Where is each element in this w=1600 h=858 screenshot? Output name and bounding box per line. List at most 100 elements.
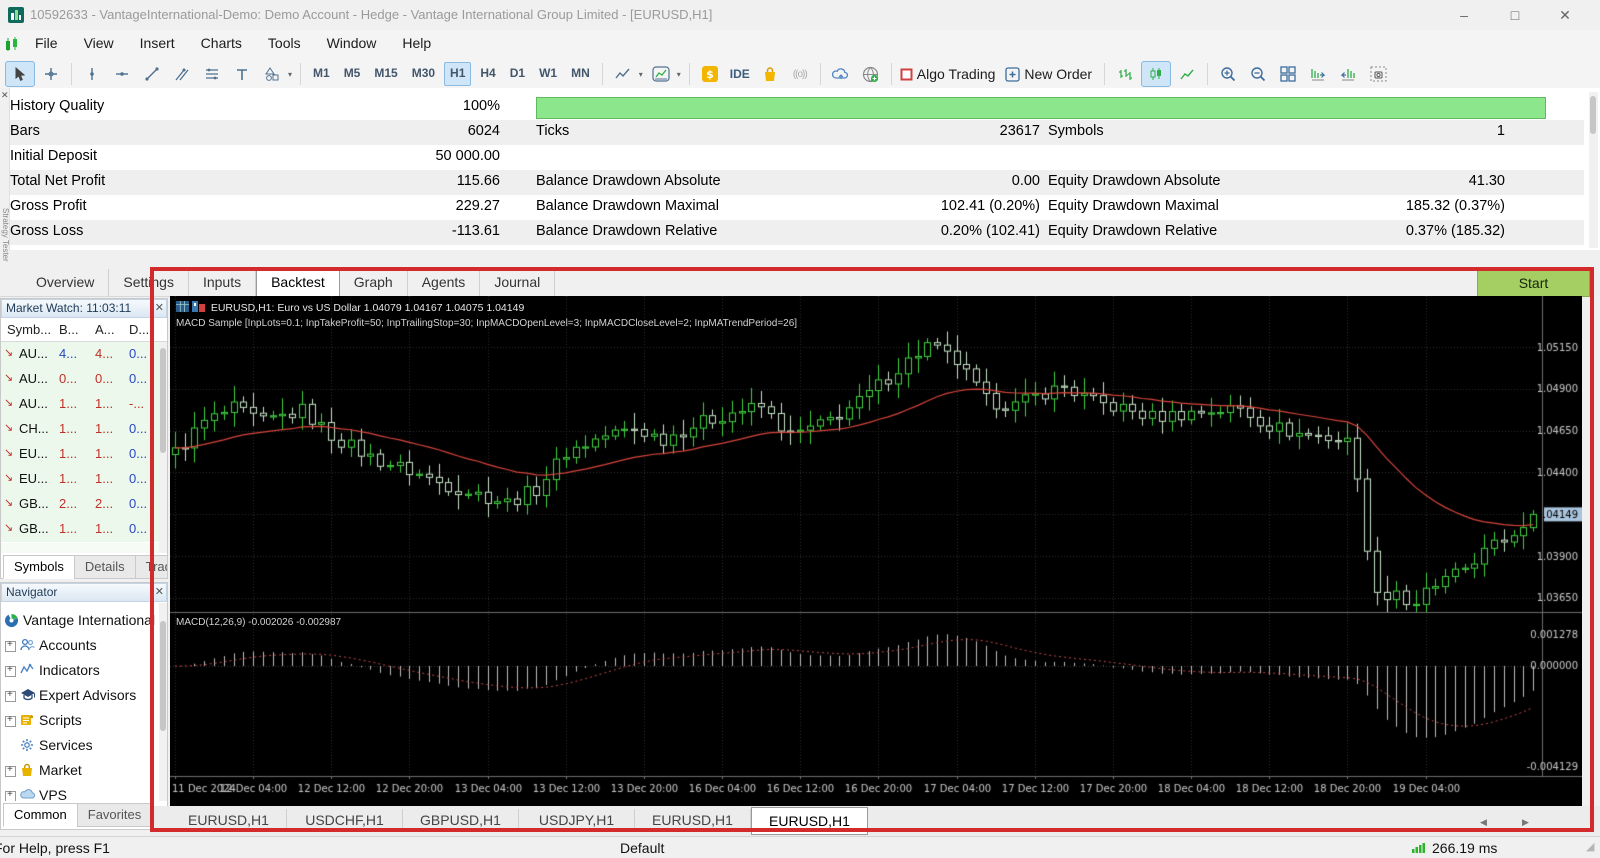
market-bag-icon[interactable] xyxy=(756,62,784,86)
timeframe-M1[interactable]: M1 xyxy=(308,62,335,84)
chart-tab-eurusd-h1[interactable]: EURUSD,H1 xyxy=(171,809,287,831)
trendline-icon[interactable] xyxy=(138,62,166,86)
chart-tab-eurusd-h1[interactable]: EURUSD,H1 xyxy=(751,807,868,835)
market-watch-scrollbar-thumb[interactable] xyxy=(160,348,166,453)
navigator-item-accounts[interactable]: Accounts xyxy=(1,633,167,658)
chart-tab-gbpusd-h1[interactable]: GBPUSD,H1 xyxy=(403,809,519,831)
line-mode-icon[interactable] xyxy=(1173,62,1201,86)
shapes-icon[interactable] xyxy=(258,62,286,86)
cursor-icon[interactable] xyxy=(5,61,35,87)
market-watch-tab-trading[interactable]: Trading xyxy=(134,555,167,579)
tester-tab-journal[interactable]: Journal xyxy=(480,269,556,296)
menu-view[interactable]: View xyxy=(71,30,127,58)
start-button[interactable]: Start xyxy=(1477,270,1590,297)
shapes-dropdown-icon[interactable]: ▾ xyxy=(288,70,292,79)
navigator-item-services[interactable]: Services xyxy=(1,733,167,758)
expand-icon[interactable] xyxy=(5,639,16,652)
tile-windows-icon[interactable] xyxy=(1274,62,1302,86)
menu-tools[interactable]: Tools xyxy=(255,30,314,58)
close-button[interactable]: ✕ xyxy=(1548,4,1582,26)
stats-scrollbar-thumb[interactable] xyxy=(1590,96,1596,134)
market-watch-row[interactable]: ↘ AU... 4... 4... 0... xyxy=(1,342,160,368)
navigator-item-expert-advisors[interactable]: Expert Advisors xyxy=(1,683,167,708)
timeframe-D1[interactable]: D1 xyxy=(505,62,530,84)
zoom-out-icon[interactable] xyxy=(1244,62,1272,86)
stats-scrollbar[interactable] xyxy=(1589,92,1598,248)
expand-icon[interactable] xyxy=(5,764,16,777)
navigator-item-indicators[interactable]: Indicators xyxy=(1,658,167,683)
new-order-button[interactable]: New Order xyxy=(1003,62,1098,86)
market-watch-row[interactable]: ↘ EU... 1... 1... 0... xyxy=(1,467,160,493)
timeframe-W1[interactable]: W1 xyxy=(534,62,562,84)
expand-icon[interactable] xyxy=(5,714,16,727)
fibonacci-icon[interactable] xyxy=(198,62,226,86)
chart-tab-usdjpy-h1[interactable]: USDJPY,H1 xyxy=(519,809,635,831)
tab-scroll-left-icon[interactable]: ◀ xyxy=(1480,817,1487,828)
timeframe-M15[interactable]: M15 xyxy=(369,62,402,84)
indicators-icon[interactable] xyxy=(647,62,675,86)
navigator-item-market[interactable]: Market xyxy=(1,758,167,783)
tester-tab-agents[interactable]: Agents xyxy=(408,269,481,296)
tester-tab-backtest[interactable]: Backtest xyxy=(256,268,340,297)
menu-help[interactable]: Help xyxy=(389,30,444,58)
timeframe-MN[interactable]: MN xyxy=(566,62,595,84)
tester-tab-overview[interactable]: Overview xyxy=(22,269,110,296)
algo-trading-button[interactable]: Algo Trading xyxy=(898,62,1002,86)
channel-icon[interactable] xyxy=(168,62,196,86)
connection-bars-icon[interactable] xyxy=(1412,841,1427,853)
navigator-scrollbar[interactable] xyxy=(159,603,167,801)
resize-grip[interactable]: ◢ xyxy=(1586,840,1594,853)
price-chart[interactable] xyxy=(170,296,1582,806)
depth-of-market-icon[interactable] xyxy=(191,301,205,312)
navigator-close-icon[interactable]: ✕ xyxy=(155,584,164,600)
timeframe-M30[interactable]: M30 xyxy=(407,62,440,84)
indicators-dropdown-icon[interactable]: ▾ xyxy=(677,70,681,79)
chart-scrollbar[interactable] xyxy=(1590,296,1600,806)
crosshair-icon[interactable] xyxy=(37,62,65,86)
signals-icon[interactable]: ((o)) xyxy=(786,62,814,86)
navigator-item-scripts[interactable]: Scripts xyxy=(1,708,167,733)
vps-cloud-icon[interactable] xyxy=(827,62,855,86)
timeframe-M5[interactable]: M5 xyxy=(339,62,366,84)
shift-end-icon[interactable] xyxy=(1304,62,1332,86)
tester-tab-settings[interactable]: Settings xyxy=(109,269,189,296)
chart-tab-eurusd-h1[interactable]: EURUSD,H1 xyxy=(635,809,751,831)
navigator-item-vantage-international[interactable]: Vantage International xyxy=(1,608,167,633)
tester-tab-inputs[interactable]: Inputs xyxy=(189,269,257,296)
market-watch-tab-symbols[interactable]: Symbols xyxy=(3,555,75,579)
maximize-button[interactable]: □ xyxy=(1498,4,1532,26)
deposit-icon[interactable]: $ xyxy=(696,62,724,86)
navigator-tab-common[interactable]: Common xyxy=(3,803,78,827)
market-watch-column[interactable]: D... xyxy=(129,322,149,337)
chart-type-icon[interactable] xyxy=(609,62,637,86)
market-watch-tab-details[interactable]: Details xyxy=(73,555,136,579)
ide-button[interactable]: IDE xyxy=(726,62,754,86)
navigator-scrollbar-thumb[interactable] xyxy=(160,621,166,731)
community-icon[interactable] xyxy=(857,62,885,86)
expand-icon[interactable] xyxy=(5,689,16,702)
navigator-tab-favorites[interactable]: Favorites xyxy=(76,803,153,827)
menu-insert[interactable]: Insert xyxy=(127,30,188,58)
market-watch-scrollbar[interactable] xyxy=(159,342,167,553)
zoom-in-icon[interactable] xyxy=(1214,62,1242,86)
market-watch-close-icon[interactable]: ✕ xyxy=(155,300,164,316)
market-watch-row[interactable]: ↘ EU... 1... 1... 0... xyxy=(1,442,160,468)
menu-file[interactable]: File xyxy=(22,30,71,58)
panel-close-icon[interactable]: ✕ xyxy=(1,90,9,101)
timeframe-H4[interactable]: H4 xyxy=(475,62,500,84)
expand-icon[interactable] xyxy=(5,789,16,801)
market-watch-column[interactable]: B... xyxy=(59,322,79,337)
vertical-line-icon[interactable] xyxy=(78,62,106,86)
market-watch-row[interactable]: ↘ AU... 0... 0... 0... xyxy=(1,367,160,393)
expand-icon[interactable] xyxy=(5,664,16,677)
chart-type-dropdown-icon[interactable]: ▾ xyxy=(639,70,643,79)
bars-mode-icon[interactable] xyxy=(1111,62,1139,86)
text-icon[interactable] xyxy=(228,62,256,86)
market-watch-column[interactable]: A... xyxy=(95,322,115,337)
screenshot-icon[interactable] xyxy=(1364,62,1392,86)
market-watch-row[interactable]: ↘ GB... 2... 2... 0... xyxy=(1,492,160,518)
tab-scroll-right-icon[interactable]: ▶ xyxy=(1522,817,1529,828)
menu-charts[interactable]: Charts xyxy=(188,30,255,58)
market-watch-column[interactable]: Symb... xyxy=(7,322,51,337)
tester-tab-graph[interactable]: Graph xyxy=(340,269,408,296)
